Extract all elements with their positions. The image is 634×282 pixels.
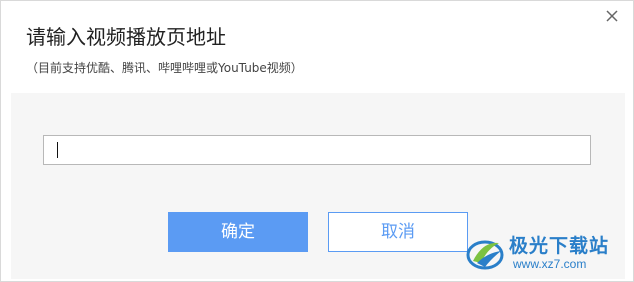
cancel-button[interactable]: 取消 [328, 212, 468, 252]
watermark: 极光下载站 www.xz7.com [465, 231, 625, 275]
video-url-dialog: 请输入视频播放页地址 （目前支持优酷、腾讯、哔哩哔哩或YouTube视频） 确定… [0, 0, 634, 282]
video-url-input[interactable] [43, 135, 591, 165]
dialog-subtitle: （目前支持优酷、腾讯、哔哩哔哩或YouTube视频） [26, 61, 303, 75]
watermark-brand: 极光下载站 [509, 235, 610, 257]
watermark-url: www.xz7.com [513, 257, 587, 271]
close-icon [606, 10, 618, 22]
confirm-button[interactable]: 确定 [168, 212, 308, 252]
dialog-title: 请输入视频播放页地址 [26, 25, 226, 49]
close-button[interactable] [603, 7, 621, 25]
aurora-logo-icon [466, 240, 504, 270]
text-caret [57, 142, 58, 158]
